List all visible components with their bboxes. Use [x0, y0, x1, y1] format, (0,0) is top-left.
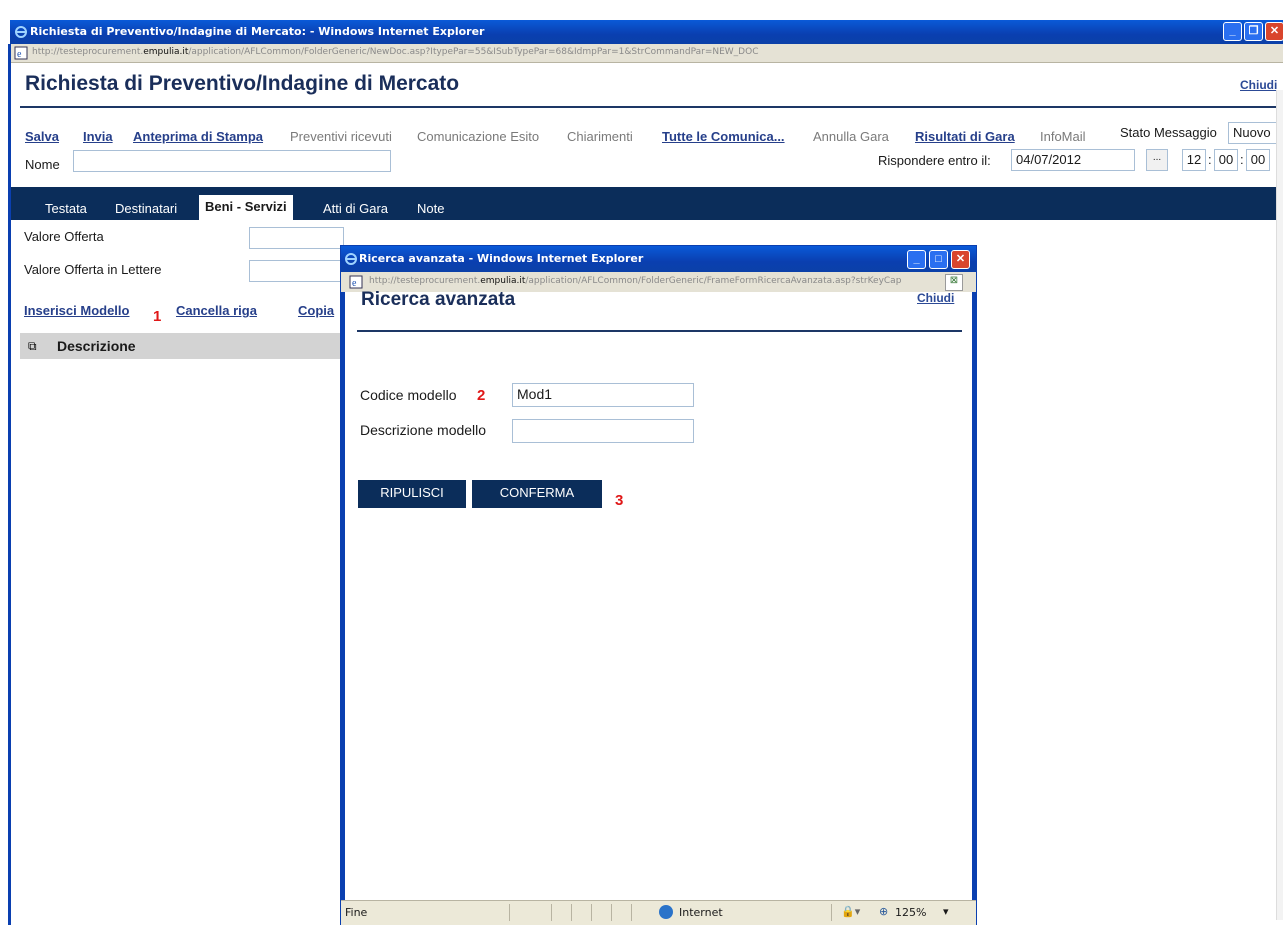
popup-maximize-button[interactable]: □	[929, 250, 948, 269]
infomail-link: InfoMail	[1040, 129, 1086, 144]
main-url: http://testeprocurement.empulia.it/appli…	[32, 47, 759, 57]
minimize-button[interactable]: _	[1223, 22, 1242, 41]
page-icon: e	[14, 46, 28, 60]
tab-destinatari[interactable]: Destinatari	[115, 201, 177, 216]
protected-mode-icon[interactable]: 🔒▾	[841, 905, 860, 918]
valore-offerta-input[interactable]	[249, 227, 344, 249]
main-window-title: Richiesta di Preventivo/Indagine di Merc…	[30, 25, 485, 38]
descrizione-modello-label: Descrizione modello	[360, 422, 487, 438]
zoom-icon[interactable]: ⊕	[879, 905, 888, 918]
copia-link[interactable]: Copia	[298, 303, 334, 318]
rispondere-entro-label: Rispondere entro il:	[878, 153, 991, 168]
tab-beni-servizi[interactable]: Beni - Servizi	[199, 195, 293, 220]
popup-left-border	[341, 292, 345, 900]
main-scrollbar[interactable]	[1276, 90, 1283, 920]
anteprima-stampa-link[interactable]: Anteprima di Stampa	[133, 129, 263, 144]
zone-label: Internet	[679, 906, 723, 919]
preventivi-ricevuti-link: Preventivi ricevuti	[290, 129, 392, 144]
globe-icon	[659, 905, 673, 919]
page-close-link[interactable]: Chiudi	[1240, 78, 1277, 92]
tab-bar: Testata Destinatari Beni - Servizi Atti …	[11, 187, 1283, 220]
stato-messaggio-label: Stato Messaggio	[1120, 125, 1217, 140]
marker-2: 2	[477, 387, 486, 404]
ie-logo-icon	[344, 252, 358, 266]
valore-lettere-input[interactable]	[249, 260, 344, 282]
header-divider	[20, 106, 1276, 108]
maximize-button[interactable]: ❐	[1244, 22, 1263, 41]
svg-text:e: e	[17, 49, 22, 60]
popup-close-button[interactable]: ✕	[951, 250, 970, 269]
tutte-comunicazioni-link[interactable]: Tutte le Comunica...	[662, 129, 785, 144]
time-separator: :	[1240, 152, 1244, 167]
tab-note[interactable]: Note	[417, 201, 444, 216]
popup-divider	[357, 330, 962, 332]
ie-logo-icon	[14, 25, 28, 39]
status-text: Fine	[345, 906, 368, 919]
codice-modello-input[interactable]: Mod1	[512, 383, 694, 407]
marker-3: 3	[615, 492, 624, 509]
descrizione-modello-input[interactable]	[512, 419, 694, 443]
nome-label: Nome	[25, 157, 60, 172]
conferma-button[interactable]: CONFERMA	[472, 480, 602, 508]
popup-titlebar[interactable]: Ricerca avanzata - Windows Internet Expl…	[341, 246, 976, 272]
columns-icon[interactable]: ⧉	[28, 339, 37, 354]
window-left-border	[8, 44, 11, 925]
ricerca-avanzata-popup: Ricerca avanzata - Windows Internet Expl…	[340, 245, 977, 925]
stato-messaggio-field[interactable]: Nuovo	[1228, 122, 1283, 144]
hour-input[interactable]: 12	[1182, 149, 1206, 171]
nome-input[interactable]	[73, 150, 391, 172]
inserisci-modello-link[interactable]: Inserisci Modello	[24, 303, 129, 318]
date-picker-button[interactable]: ...	[1146, 149, 1168, 171]
valore-offerta-label: Valore Offerta	[24, 229, 104, 244]
popup-right-border	[972, 292, 976, 900]
svg-text:e: e	[352, 278, 357, 289]
comunicazione-esito-link: Comunicazione Esito	[417, 129, 540, 144]
time-separator: :	[1208, 152, 1212, 167]
grid-header-descrizione: Descrizione	[57, 338, 136, 354]
popup-url: http://testeprocurement.empulia.it/appli…	[369, 276, 902, 286]
popup-close-link[interactable]: Chiudi	[917, 291, 954, 305]
compat-view-icon[interactable]: ⊠	[945, 274, 963, 291]
tab-testata[interactable]: Testata	[45, 201, 87, 216]
invia-link[interactable]: Invia	[83, 129, 113, 144]
marker-1: 1	[153, 308, 162, 325]
rispondere-date-input[interactable]: 04/07/2012	[1011, 149, 1135, 171]
close-window-button[interactable]: ✕	[1265, 22, 1283, 41]
risultati-gara-link[interactable]: Risultati di Gara	[915, 129, 1015, 144]
ripulisci-button[interactable]: RIPULISCI	[358, 480, 466, 508]
main-address-bar[interactable]: e http://testeprocurement.empulia.it/app…	[10, 44, 1283, 63]
cancella-riga-link[interactable]: Cancella riga	[176, 303, 257, 318]
popup-heading: Ricerca avanzata	[361, 289, 516, 310]
codice-modello-label: Codice modello	[360, 387, 457, 403]
chiarimenti-link: Chiarimenti	[567, 129, 633, 144]
zoom-level[interactable]: 125%	[895, 906, 926, 919]
zoom-dropdown-icon[interactable]: ▾	[943, 905, 949, 918]
popup-status-bar: Fine Internet 🔒▾ ⊕ 125% ▾	[341, 900, 976, 925]
page-icon: e	[349, 275, 363, 289]
page-title: Richiesta di Preventivo/Indagine di Merc…	[25, 72, 460, 95]
second-input[interactable]: 00	[1246, 149, 1270, 171]
popup-title: Ricerca avanzata - Windows Internet Expl…	[359, 252, 644, 265]
grid-header: ⧉ Descrizione	[20, 333, 342, 359]
minute-input[interactable]: 00	[1214, 149, 1238, 171]
main-window-titlebar[interactable]: Richiesta di Preventivo/Indagine di Merc…	[10, 20, 1283, 44]
tab-atti-di-gara[interactable]: Atti di Gara	[323, 201, 388, 216]
salva-link[interactable]: Salva	[25, 129, 59, 144]
valore-lettere-label: Valore Offerta in Lettere	[24, 262, 162, 277]
annulla-gara-link: Annulla Gara	[813, 129, 889, 144]
popup-minimize-button[interactable]: _	[907, 250, 926, 269]
